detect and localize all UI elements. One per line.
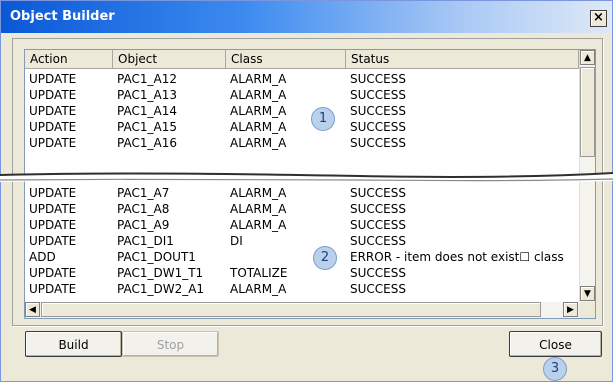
cell-action: UPDATE [29, 72, 77, 86]
cell-status: SUCCESS [350, 266, 406, 280]
page-tear-divider [0, 172, 613, 183]
cell-object: PAC1_A9 [117, 218, 170, 232]
cell-object: PAC1_A13 [117, 88, 177, 102]
cell-object: PAC1_A8 [117, 202, 170, 216]
horizontal-scrollbar[interactable]: ◀ ▶ [25, 302, 579, 318]
cell-status: SUCCESS [350, 186, 406, 200]
table-row[interactable]: UPDATE PAC1_DW1_T1 TOTALIZE SUCCESS [25, 265, 579, 281]
column-header-object[interactable]: Object [113, 50, 226, 69]
table-row[interactable]: ADD PAC1_DOUT1 ERROR - item does not exist… [25, 249, 579, 265]
title-bar[interactable]: Object Builder × [1, 1, 612, 33]
cell-status: ERROR - item does not exist☐ class [350, 250, 564, 264]
cell-class: ALARM_A [230, 88, 287, 102]
scrollbar-corner [579, 302, 595, 318]
callout-marker-3: 3 [543, 357, 567, 381]
scroll-right-button[interactable]: ▶ [563, 302, 578, 317]
scroll-up-button[interactable]: ▲ [580, 50, 595, 65]
cell-status: SUCCESS [350, 88, 406, 102]
table-row[interactable]: UPDATE PAC1_A15 ALARM_A SUCCESS [25, 119, 579, 135]
cell-class: ALARM_A [230, 282, 287, 296]
cell-action: UPDATE [29, 234, 77, 248]
cell-object: PAC1_A16 [117, 136, 177, 150]
cell-object: PAC1_DI1 [117, 234, 174, 248]
scroll-left-button[interactable]: ◀ [25, 302, 40, 317]
callout-marker-2: 2 [313, 246, 337, 270]
cell-class: TOTALIZE [230, 266, 288, 280]
cell-object: PAC1_A15 [117, 120, 177, 134]
cell-action: UPDATE [29, 88, 77, 102]
table-row[interactable]: UPDATE PAC1_A8 ALARM_A SUCCESS [25, 201, 579, 217]
cell-action: UPDATE [29, 282, 77, 296]
close-button[interactable]: Close [509, 331, 602, 357]
table-row[interactable]: UPDATE PAC1_A14 ALARM_A SUCCESS [25, 103, 579, 119]
window-title: Object Builder [10, 9, 115, 24]
results-list[interactable]: Action Object Class Status UPDATE PAC1_A1… [24, 49, 596, 319]
cell-class: DI [230, 234, 243, 248]
cell-action: ADD [29, 250, 56, 264]
column-header-action[interactable]: Action [25, 50, 113, 69]
window-close-button[interactable]: × [590, 10, 607, 27]
cell-status: SUCCESS [350, 234, 406, 248]
cell-status: SUCCESS [350, 282, 406, 296]
cell-object: PAC1_A14 [117, 104, 177, 118]
cell-action: UPDATE [29, 266, 77, 280]
cell-class: ALARM_A [230, 202, 287, 216]
cell-action: UPDATE [29, 186, 77, 200]
cell-status: SUCCESS [350, 104, 406, 118]
table-row[interactable]: UPDATE PAC1_A16 ALARM_A SUCCESS [25, 135, 579, 151]
object-builder-window: Object Builder × Action Object Class Sta… [0, 0, 613, 382]
cell-object: PAC1_A12 [117, 72, 177, 86]
cell-class: ALARM_A [230, 186, 287, 200]
scroll-down-button[interactable]: ▼ [580, 286, 595, 301]
horizontal-scroll-thumb[interactable] [41, 302, 541, 317]
cell-class: ALARM_A [230, 136, 287, 150]
build-button[interactable]: Build [25, 331, 122, 357]
cell-object: PAC1_DW2_A1 [117, 282, 205, 296]
column-header-class[interactable]: Class [226, 50, 346, 69]
cell-status: SUCCESS [350, 218, 406, 232]
vertical-scroll-thumb[interactable] [580, 67, 595, 157]
table-row[interactable]: UPDATE PAC1_A9 ALARM_A SUCCESS [25, 217, 579, 233]
table-row[interactable]: UPDATE PAC1_A7 ALARM_A SUCCESS [25, 185, 579, 201]
cell-action: UPDATE [29, 218, 77, 232]
table-row[interactable]: UPDATE PAC1_DI1 DI SUCCESS [25, 233, 579, 249]
cell-class: ALARM_A [230, 120, 287, 134]
cell-class: ALARM_A [230, 104, 287, 118]
cell-status: SUCCESS [350, 72, 406, 86]
stop-button[interactable]: Stop [122, 331, 219, 357]
cell-status: SUCCESS [350, 136, 406, 150]
cell-status: SUCCESS [350, 202, 406, 216]
column-header-status[interactable]: Status [346, 50, 579, 69]
cell-class: ALARM_A [230, 218, 287, 232]
cell-object: PAC1_DW1_T1 [117, 266, 204, 280]
table-row[interactable]: UPDATE PAC1_A12 ALARM_A SUCCESS [25, 71, 579, 87]
cell-class: ALARM_A [230, 72, 287, 86]
cell-action: UPDATE [29, 202, 77, 216]
cell-status: SUCCESS [350, 120, 406, 134]
cell-action: UPDATE [29, 136, 77, 150]
cell-object: PAC1_DOUT1 [117, 250, 196, 264]
cell-action: UPDATE [29, 120, 77, 134]
cell-object: PAC1_A7 [117, 186, 170, 200]
table-row[interactable]: UPDATE PAC1_A13 ALARM_A SUCCESS [25, 87, 579, 103]
callout-marker-1: 1 [311, 107, 335, 131]
table-row[interactable]: UPDATE PAC1_DW2_A1 ALARM_A SUCCESS [25, 281, 579, 297]
cell-action: UPDATE [29, 104, 77, 118]
